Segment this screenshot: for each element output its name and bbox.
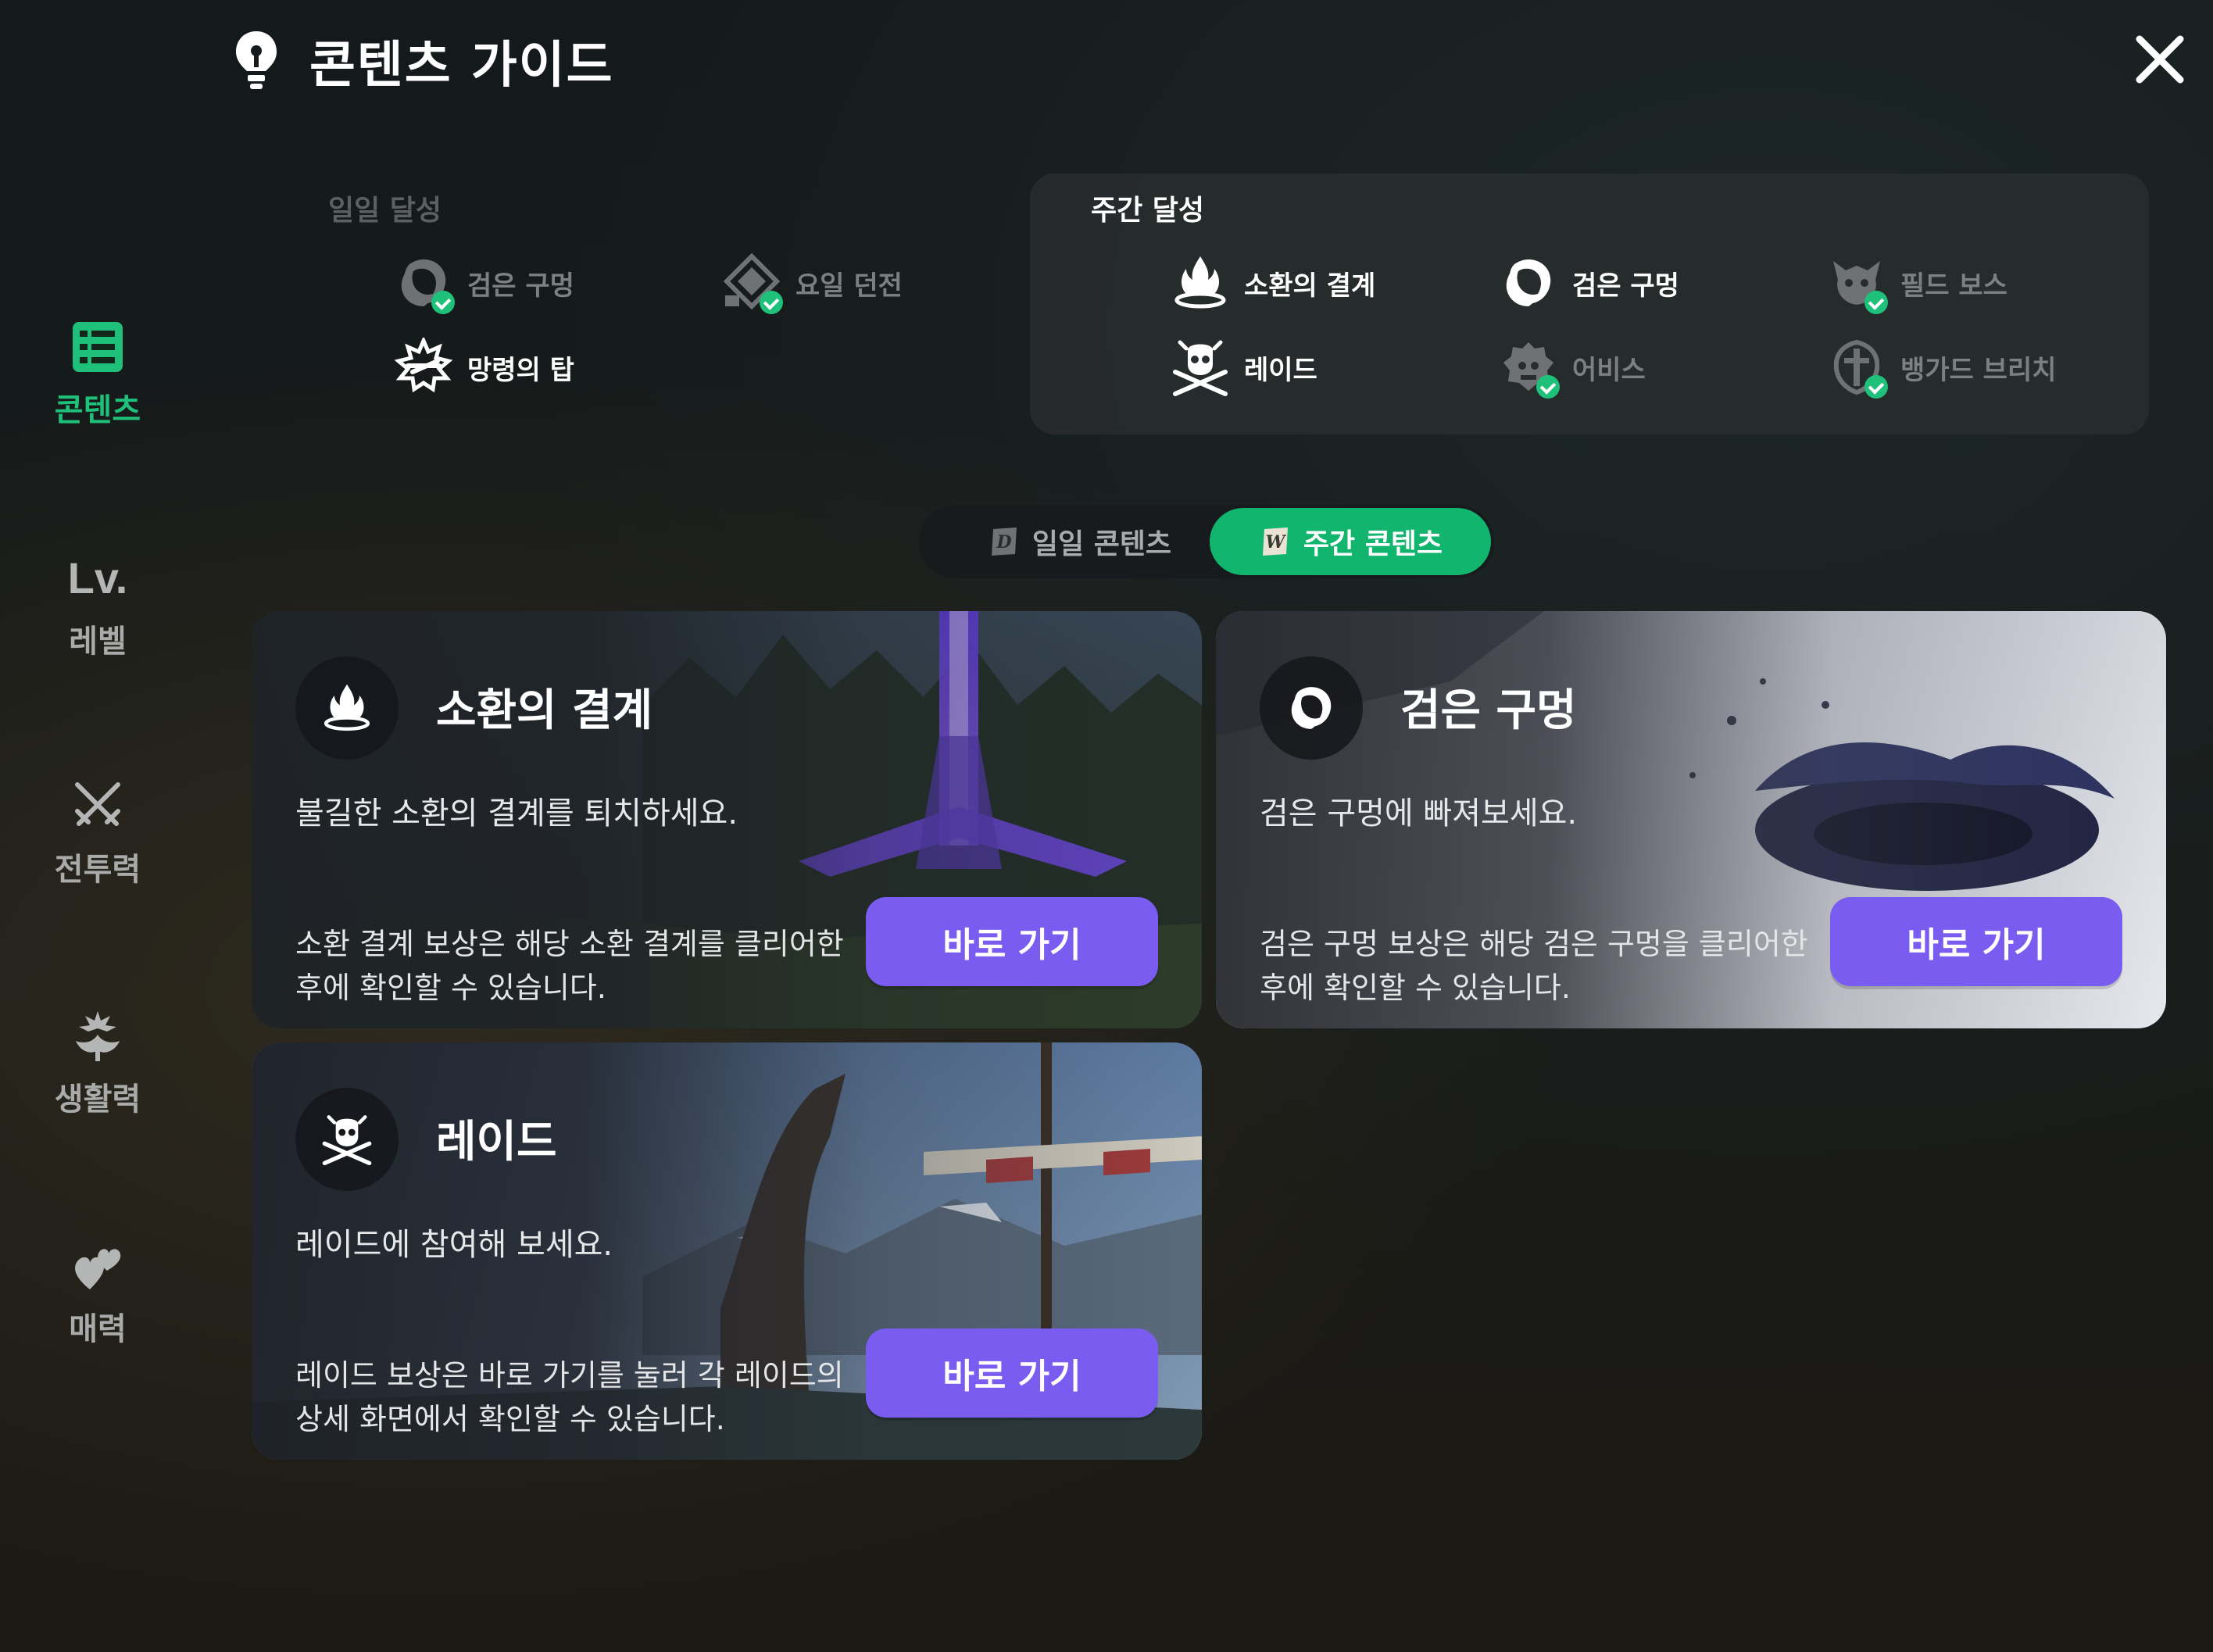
- weekly-item-abyss[interactable]: 어비스: [1499, 336, 1646, 399]
- card-note-line: 레이드 보상은 바로 가기를 눌러 각 레이드의: [295, 1358, 844, 1393]
- achievement-label: 뱅가드 브리치: [1900, 354, 2057, 386]
- black-hole-icon: [1506, 259, 1551, 306]
- tab-weekly-content[interactable]: W 주간 콘텐츠: [1210, 508, 1491, 575]
- nav-label: 전투력: [54, 852, 141, 888]
- weekly-item-summon-barrier[interactable]: 소환의 결계: [1171, 252, 1375, 314]
- daily-item-day-dungeon[interactable]: 요일 던전: [722, 252, 903, 314]
- nav-item-combat[interactable]: 전투력: [31, 778, 164, 889]
- content-card-raid: 레이드 레이드에 참여해 보세요. 레이드 보상은 바로 가기를 눌러 각 레이…: [252, 1042, 1202, 1460]
- tower-icon: [394, 335, 453, 393]
- go-button[interactable]: 바로 가기: [1830, 897, 2122, 986]
- achievement-label: 어비스: [1572, 354, 1646, 386]
- go-button[interactable]: 바로 가기: [866, 1328, 1158, 1418]
- card-note: 레이드 보상은 바로 가기를 눌러 각 레이드의 상세 화면에서 확인할 수 있…: [295, 1353, 858, 1441]
- close-button[interactable]: [2132, 31, 2188, 88]
- content-tab-switch: D 일일 콘텐츠 W 주간 콘텐츠: [919, 505, 1494, 578]
- achievement-label: 요일 던전: [795, 270, 903, 302]
- card-title: 레이드: [436, 1117, 557, 1167]
- achievement-label: 망령의 탑: [467, 354, 574, 386]
- tab-daily-content[interactable]: D 일일 콘텐츠: [950, 508, 1208, 575]
- weekly-achievement-panel: 주간 달성 소환의 결계 검은 구멍 필드 보스 레이드 어비스 뱅가드 브리치: [1030, 173, 2149, 434]
- completed-check-icon: [1864, 291, 1888, 314]
- achievement-label: 소환의 결계: [1244, 270, 1376, 302]
- card-note-line: 소환 결계 보상은 해당 소환 결계를 클리어한: [295, 927, 844, 961]
- raid-skull-icon: [1173, 340, 1228, 396]
- weekly-scroll-icon: W: [1262, 527, 1288, 556]
- weekly-icon-letter: W: [1266, 532, 1287, 552]
- hearts-icon: [75, 1249, 121, 1289]
- card-icon-badge: [295, 1088, 399, 1191]
- tab-label: 일일 콘텐츠: [1031, 528, 1172, 560]
- card-note-line: 상세 화면에서 확인할 수 있습니다.: [295, 1402, 725, 1436]
- weekly-item-vanguard-breach[interactable]: 뱅가드 브리치: [1827, 336, 2057, 399]
- daily-achievement-panel: 일일 달성 검은 구멍 요일 던전 망령의 탑: [297, 173, 1016, 434]
- weekly-item-field-boss[interactable]: 필드 보스: [1827, 252, 2007, 314]
- achievement-label: 필드 보스: [1900, 270, 2007, 302]
- nav-label: 콘텐츠: [54, 392, 141, 428]
- card-icon-badge: [295, 656, 399, 760]
- checklist-icon: [73, 322, 123, 372]
- daily-scroll-icon: D: [991, 527, 1017, 556]
- card-title: 소환의 결계: [436, 685, 653, 736]
- lightbulb-icon: [236, 31, 277, 89]
- card-note-line: 후에 확인할 수 있습니다.: [295, 971, 606, 1005]
- card-icon-badge: [1260, 656, 1363, 760]
- nav-label: 레벨: [69, 624, 127, 660]
- completed-check-icon: [431, 291, 455, 314]
- weekly-achievement-title: 주간 달성: [1091, 195, 1205, 227]
- card-note-line: 검은 구멍 보상은 해당 검은 구멍을 클리어한: [1260, 927, 1808, 961]
- nav-label: 매력: [69, 1311, 127, 1347]
- nav-item-life[interactable]: 생활력: [31, 1008, 164, 1119]
- card-note: 소환 결계 보상은 해당 소환 결계를 클리어한 후에 확인할 수 있습니다.: [295, 922, 858, 1010]
- content-card-summon-barrier: 소환의 결계 불길한 소환의 결계를 퇴치하세요. 소환 결계 보상은 해당 소…: [252, 611, 1202, 1028]
- card-subtitle: 불길한 소환의 결계를 퇴치하세요.: [295, 796, 738, 831]
- go-button[interactable]: 바로 가기: [866, 897, 1158, 986]
- completed-check-icon: [1864, 375, 1888, 399]
- level-icon: Lv.: [67, 553, 128, 603]
- achievement-label: 레이드: [1244, 354, 1317, 386]
- crossed-swords-icon: [75, 782, 120, 826]
- achievement-label: 검은 구멍: [467, 270, 574, 302]
- black-hole-icon: [1291, 687, 1332, 729]
- daily-icon-letter: D: [996, 532, 1011, 552]
- daily-item-tower[interactable]: 망령의 탑: [394, 335, 574, 399]
- nav-item-contents[interactable]: 콘텐츠: [31, 319, 164, 430]
- weekly-item-black-hole[interactable]: 검은 구멍: [1499, 252, 1679, 314]
- tab-label: 주간 콘텐츠: [1303, 528, 1443, 560]
- card-subtitle: 레이드에 참여해 보세요.: [295, 1227, 613, 1263]
- sprout-icon: [76, 1011, 120, 1061]
- daily-achievement-title: 일일 달성: [328, 195, 442, 227]
- raid-skull-icon: [322, 1115, 372, 1166]
- weekly-item-raid[interactable]: 레이드: [1171, 336, 1317, 399]
- summon-barrier-icon: [1174, 256, 1226, 309]
- card-title: 검은 구멍: [1400, 685, 1577, 736]
- card-note: 검은 구멍 보상은 해당 검은 구멍을 클리어한 후에 확인할 수 있습니다.: [1260, 922, 1822, 1010]
- nav-item-charm[interactable]: 매력: [31, 1238, 164, 1349]
- nav-label: 생활력: [54, 1082, 141, 1117]
- card-subtitle: 검은 구멍에 빠져보세요.: [1260, 796, 1578, 831]
- page-title: 콘텐츠 가이드: [309, 37, 614, 95]
- completed-check-icon: [1536, 375, 1560, 399]
- card-note-line: 후에 확인할 수 있습니다.: [1260, 971, 1571, 1005]
- summon-barrier-icon: [324, 684, 370, 731]
- daily-item-black-hole[interactable]: 검은 구멍: [394, 252, 574, 314]
- content-card-black-hole: 검은 구멍 검은 구멍에 빠져보세요. 검은 구멍 보상은 해당 검은 구멍을 …: [1216, 611, 2166, 1028]
- achievement-label: 검은 구멍: [1572, 270, 1679, 302]
- completed-check-icon: [760, 291, 783, 314]
- nav-item-level[interactable]: Lv. 레벨: [31, 550, 164, 661]
